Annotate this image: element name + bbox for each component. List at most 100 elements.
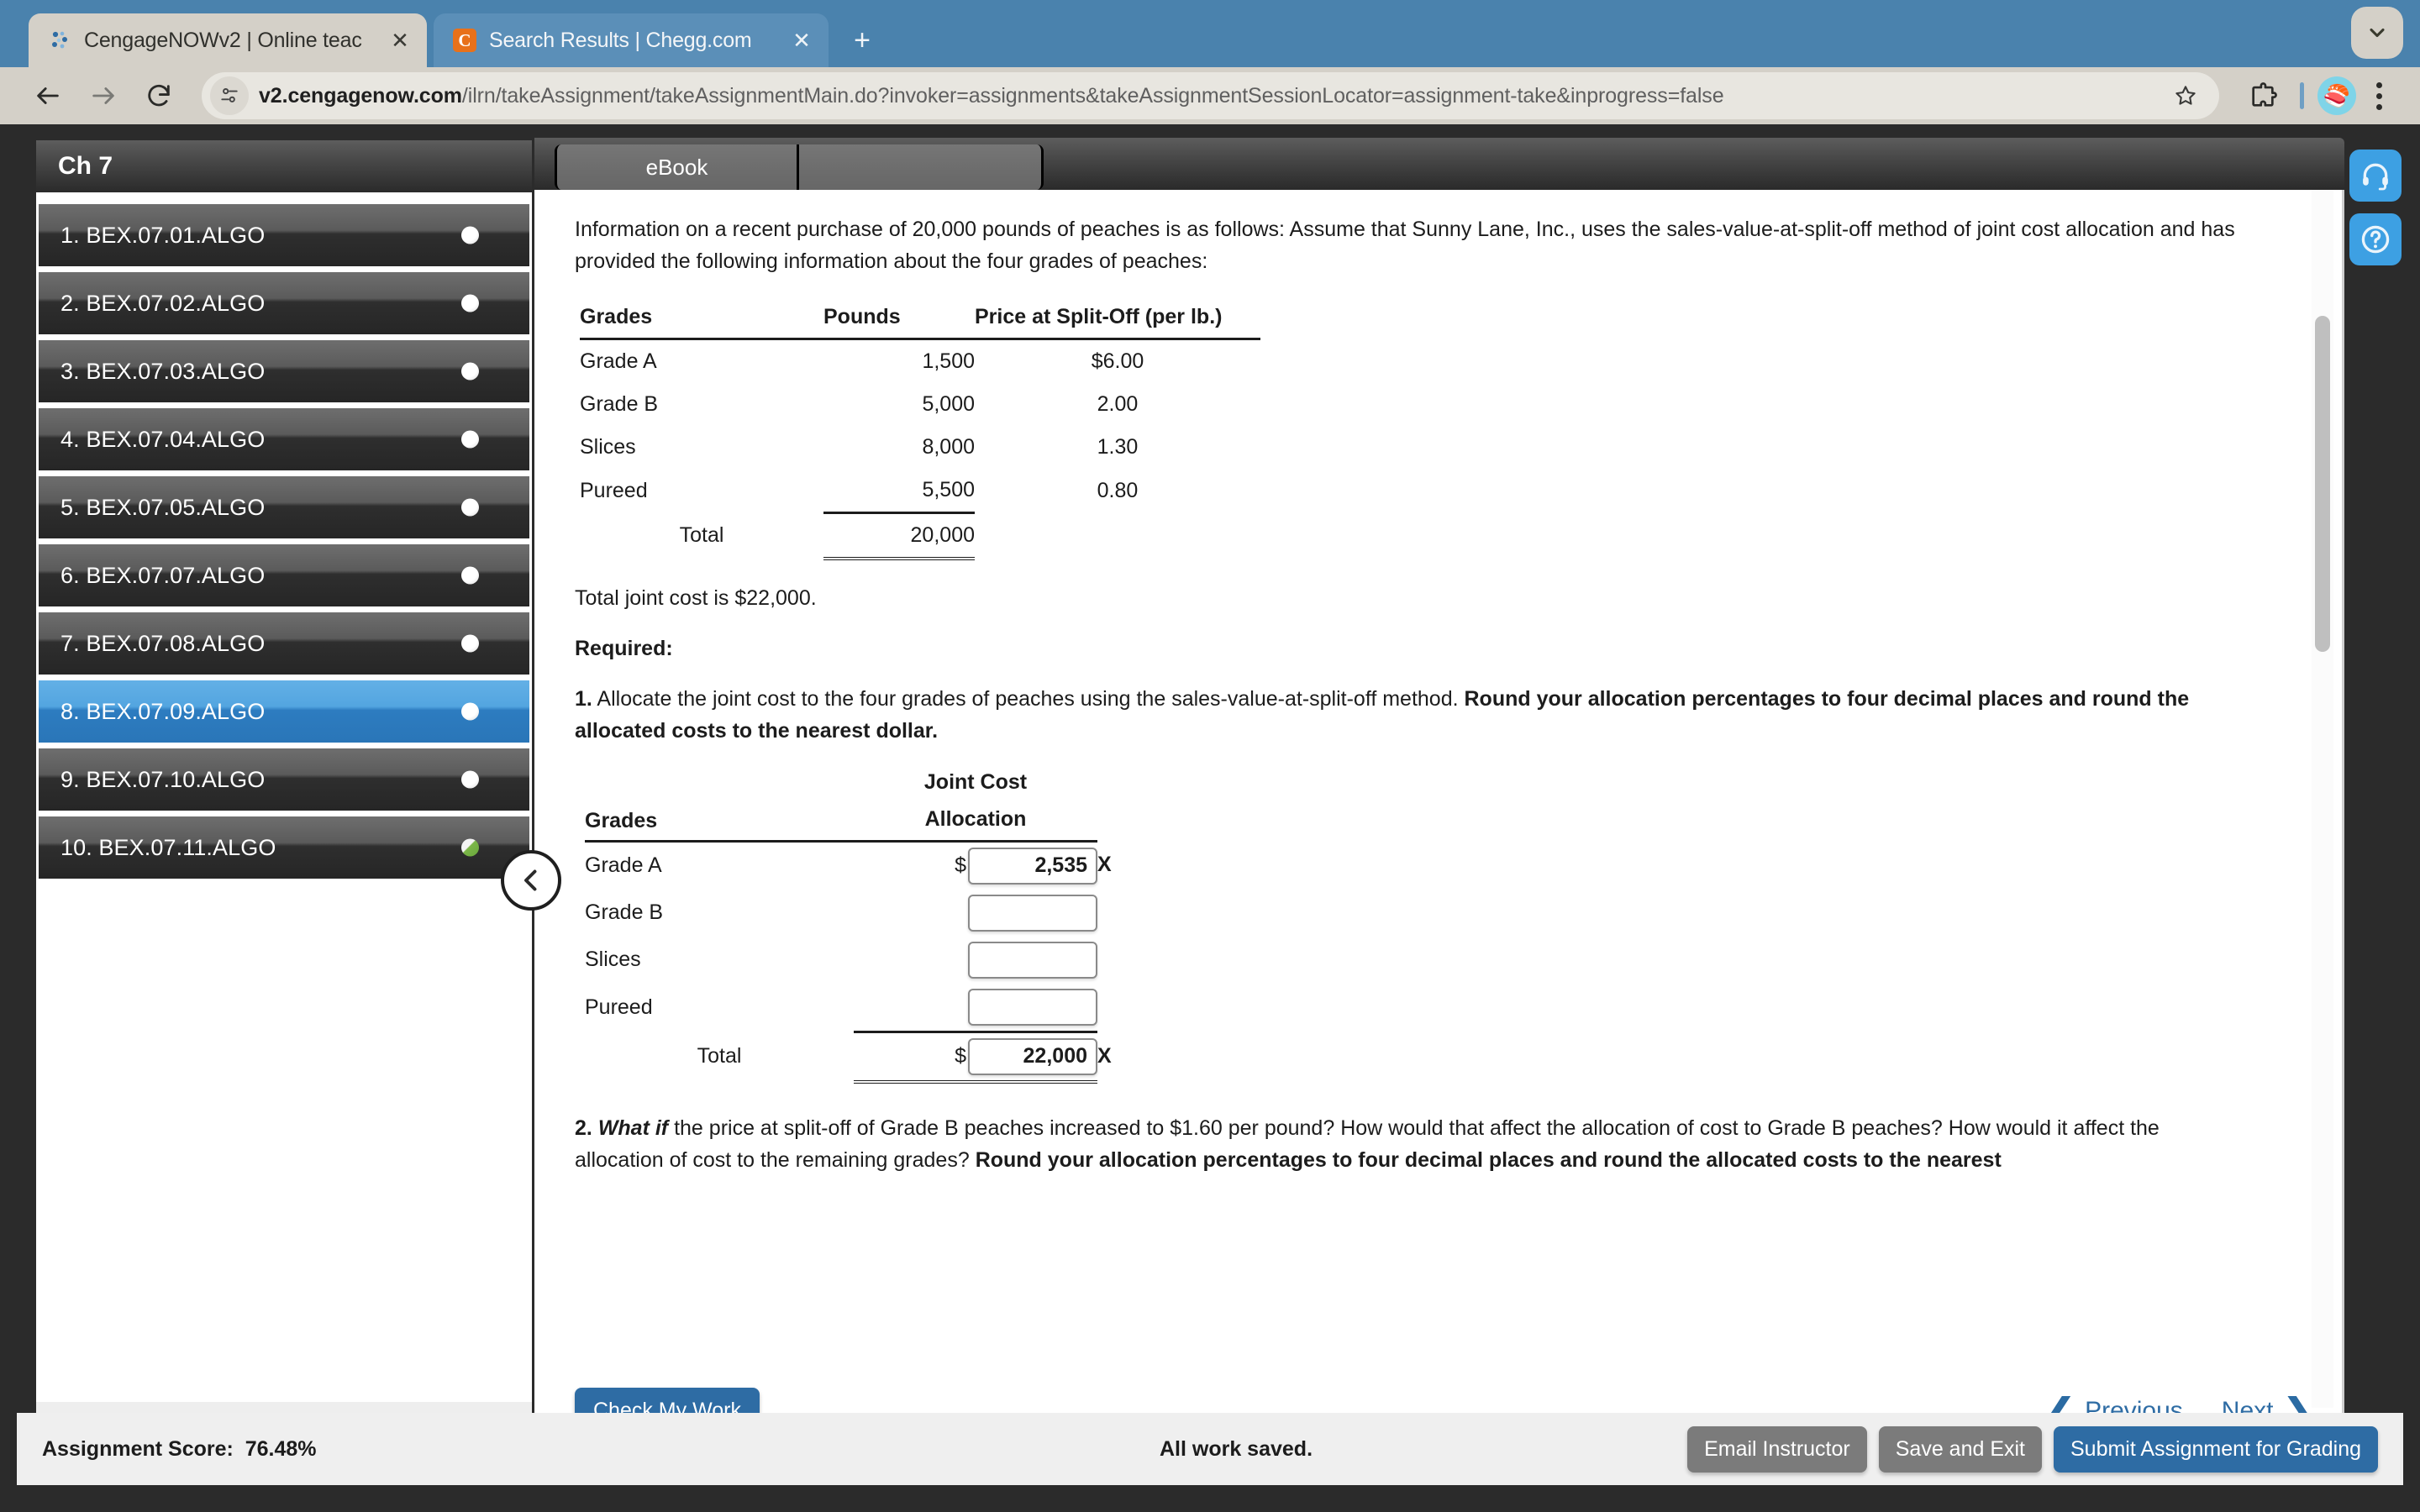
status-dot-icon: [461, 838, 479, 857]
assignment-score: Assignment Score: 76.48%: [42, 1437, 317, 1462]
new-tab-button[interactable]: +: [840, 18, 884, 62]
browser-tab-title: CengageNOWv2 | Online teac: [84, 28, 362, 52]
browser-tab-cengage[interactable]: CengageNOWv2 | Online teac ✕: [29, 13, 427, 67]
help-question-icon[interactable]: [2349, 213, 2402, 265]
cell-pounds: 8,000: [922, 435, 975, 459]
spacer-cell: [585, 765, 854, 800]
sidebar-item-label: 10. BEX.07.11.ALGO: [60, 834, 276, 860]
close-icon[interactable]: ✕: [790, 28, 813, 54]
answer-row: Grade A $ X: [585, 841, 1116, 890]
sidebar-item-4[interactable]: 4. BEX.07.04.ALGO: [39, 408, 529, 470]
sidebar-header: Ch 7: [36, 140, 532, 192]
support-headset-icon[interactable]: [2349, 150, 2402, 202]
table-row: Slices 8,000 1.30: [580, 426, 1260, 469]
allocation-input-slices[interactable]: [968, 941, 1097, 979]
table-row: Grade B 5,000 2.00: [580, 383, 1260, 426]
column-header-price: Price at Split-Off (per lb.): [975, 296, 1260, 340]
address-bar-url: v2.cengagenow.com/ilrn/takeAssignment/ta…: [259, 84, 2157, 108]
tab-secondary[interactable]: [799, 144, 1044, 190]
question-intro: Information on a recent purchase of 20,0…: [575, 218, 2235, 273]
answer-row: Pureed: [585, 983, 1116, 1033]
page-body: eBook Ch 7 1. BEX.07.01.ALGO 2. BEX.07.0…: [0, 124, 2420, 1512]
browser-tab-chegg[interactable]: C Search Results | Chegg.com ✕: [434, 13, 829, 67]
helper-buttons: [2349, 150, 2402, 265]
sidebar-item-10[interactable]: 10. BEX.07.11.ALGO: [39, 816, 529, 879]
toolbar-divider: [2300, 82, 2304, 109]
cell-grade: Grade A: [580, 349, 657, 373]
status-dot-icon: [461, 566, 479, 585]
cell-price: 1.30: [1097, 435, 1139, 459]
tab-ebook[interactable]: eBook: [555, 144, 799, 190]
sidebar-item-1[interactable]: 1. BEX.07.01.ALGO: [39, 204, 529, 266]
scrollbar-thumb[interactable]: [2315, 316, 2330, 652]
allocation-input-pureed[interactable]: [968, 988, 1097, 1026]
address-bar[interactable]: v2.cengagenow.com/ilrn/takeAssignment/ta…: [202, 72, 2219, 119]
cell-price: 0.80: [1097, 478, 1139, 502]
save-and-exit-button[interactable]: Save and Exit: [1878, 1425, 2042, 1473]
content-scrollbar[interactable]: [2312, 190, 2333, 1408]
answer-row-label: Pureed: [585, 995, 653, 1019]
submit-assignment-button[interactable]: Submit Assignment for Grading: [2054, 1425, 2378, 1473]
sidebar-item-9[interactable]: 9. BEX.07.10.ALGO: [39, 748, 529, 811]
reload-button[interactable]: [133, 70, 185, 122]
bookmark-star-icon[interactable]: [2167, 77, 2204, 114]
sidebar-item-8[interactable]: 8. BEX.07.09.ALGO: [39, 680, 529, 743]
column-header-grades: Grades: [580, 296, 823, 340]
url-domain: v2.cengagenow.com: [259, 83, 462, 108]
q1-number: 1.: [575, 687, 592, 711]
assignment-app: eBook Ch 7 1. BEX.07.01.ALGO 2. BEX.07.0…: [17, 138, 2344, 1512]
browser-menu-icon[interactable]: [2360, 81, 2398, 110]
page-title: Ch 7: [58, 152, 113, 180]
chegg-favicon: C: [452, 28, 477, 53]
close-icon[interactable]: ✕: [388, 28, 412, 54]
cell-pounds: 1,500: [922, 349, 975, 373]
site-settings-icon[interactable]: [210, 76, 249, 115]
incorrect-mark-icon: X: [1097, 1044, 1112, 1068]
mark-placeholder: [1097, 984, 1116, 1032]
status-dot-icon: [461, 362, 479, 381]
cengage-favicon: [47, 28, 72, 53]
spacer-cell: [1097, 800, 1116, 838]
spacer-cell: [1097, 765, 1116, 800]
allocation-input-total[interactable]: [968, 1037, 1097, 1075]
cell-grade: Slices: [580, 435, 636, 459]
extensions-icon[interactable]: [2239, 72, 2286, 119]
assignment-score-value: 76.48%: [245, 1436, 317, 1461]
sidebar-item-5[interactable]: 5. BEX.07.05.ALGO: [39, 476, 529, 538]
back-button[interactable]: [22, 70, 74, 122]
cell-grade: Pureed: [580, 478, 648, 502]
forward-button[interactable]: [77, 70, 129, 122]
profile-avatar[interactable]: 🍣: [2317, 76, 2356, 115]
mark-placeholder: [1097, 937, 1116, 984]
assignment-footer: Assignment Score: 76.48% All work saved.…: [17, 1413, 2403, 1485]
required-label: Required:: [575, 637, 673, 660]
assignment-score-label: Assignment Score:: [42, 1436, 234, 1461]
given-data-table: Grades Pounds Price at Split-Off (per lb…: [580, 296, 1260, 560]
sidebar-item-label: 4. BEX.07.04.ALGO: [60, 426, 266, 452]
allocation-input-grade-a[interactable]: [968, 847, 1097, 885]
answer-table: Joint Cost Grades Allocation Grade A $ 2…: [585, 765, 1116, 1084]
save-status: All work saved.: [1160, 1436, 1313, 1461]
mark-placeholder: [1097, 890, 1116, 937]
status-dot-icon: [461, 498, 479, 517]
answer-row-label: Grade B: [585, 900, 664, 924]
sidebar-item-label: 1. BEX.07.01.ALGO: [60, 222, 266, 248]
status-dot-icon: [461, 294, 479, 312]
question-2: 2. What if the price at split-off of Gra…: [575, 1112, 2253, 1176]
email-instructor-button[interactable]: Email Instructor: [1687, 1425, 1867, 1473]
tab-search-chevron-button[interactable]: [2351, 7, 2403, 59]
question-1: 1. Allocate the joint cost to the four g…: [575, 683, 2253, 747]
url-path: /ilrn/takeAssignment/takeAssignmentMain.…: [461, 83, 1724, 108]
sidebar-item-7[interactable]: 7. BEX.07.08.ALGO: [39, 612, 529, 675]
cell-pounds: 5,000: [922, 392, 975, 416]
sidebar-item-2[interactable]: 2. BEX.07.02.ALGO: [39, 272, 529, 334]
chevron-left-icon: [524, 869, 537, 891]
sidebar-item-label: 2. BEX.07.02.ALGO: [60, 290, 266, 316]
status-dot-icon: [461, 770, 479, 789]
browser-tabstrip: CengageNOWv2 | Online teac ✕ C Search Re…: [0, 0, 2420, 67]
sidebar-item-label: 6. BEX.07.07.ALGO: [60, 562, 266, 588]
sidebar-item-6[interactable]: 6. BEX.07.07.ALGO: [39, 544, 529, 606]
allocation-input-grade-b[interactable]: [968, 894, 1097, 932]
sidebar-item-3[interactable]: 3. BEX.07.03.ALGO: [39, 340, 529, 402]
collapse-sidebar-button[interactable]: [501, 850, 561, 911]
